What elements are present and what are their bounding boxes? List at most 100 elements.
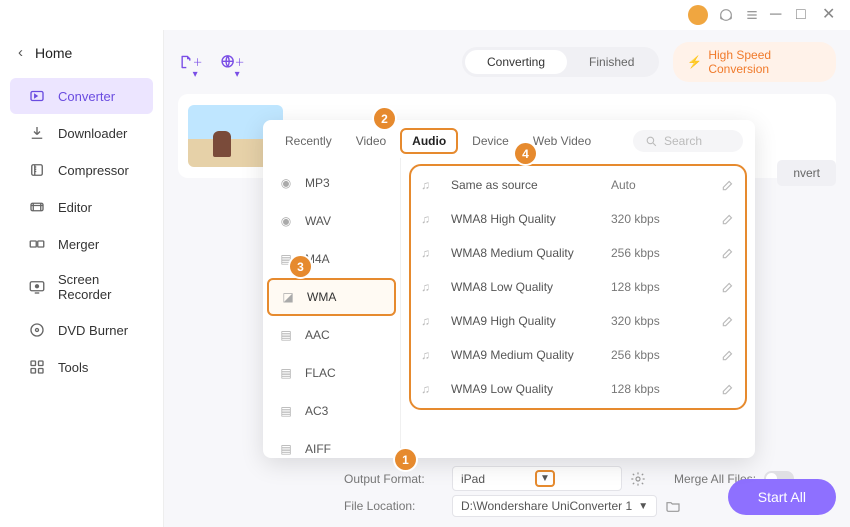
quality-row[interactable]: ♫ WMA8 High Quality 320 kbps	[411, 202, 745, 236]
sidebar-item-screen-recorder[interactable]: Screen Recorder	[10, 263, 153, 311]
file-location-value: D:\Wondershare UniConverter 1	[461, 499, 632, 513]
edit-quality-icon[interactable]	[721, 314, 735, 328]
user-avatar[interactable]	[688, 5, 708, 25]
annotation-badge-2: 2	[374, 108, 395, 129]
sidebar-item-label: Merger	[58, 237, 99, 252]
sidebar-item-merger[interactable]: Merger	[10, 226, 153, 262]
tab-finished[interactable]: Finished	[567, 50, 656, 74]
editor-icon	[28, 198, 46, 216]
edit-quality-icon[interactable]	[721, 348, 735, 362]
quality-value: 128 kbps	[611, 382, 681, 396]
edit-quality-icon[interactable]	[721, 246, 735, 260]
format-label: MP3	[305, 176, 330, 190]
quality-value: 320 kbps	[611, 314, 681, 328]
support-icon[interactable]	[718, 7, 734, 23]
maximize-button[interactable]: □	[796, 7, 812, 23]
quality-row[interactable]: ♫ WMA9 Medium Quality 256 kbps	[411, 338, 745, 372]
quality-name: WMA9 High Quality	[451, 314, 599, 328]
format-label: WMA	[307, 290, 336, 304]
high-speed-conversion-button[interactable]: ⚡ High Speed Conversion	[673, 42, 836, 82]
file-location-select[interactable]: D:\Wondershare UniConverter 1 ▼	[452, 495, 657, 517]
sidebar-item-editor[interactable]: Editor	[10, 189, 153, 225]
panel-tab-recently[interactable]: Recently	[275, 130, 342, 152]
quality-row[interactable]: ♫ WMA8 Medium Quality 256 kbps	[411, 236, 745, 270]
music-note-icon: ♫	[421, 348, 439, 362]
quality-value: 256 kbps	[611, 246, 681, 260]
format-label: FLAC	[305, 366, 336, 380]
panel-tab-audio[interactable]: Audio	[400, 128, 458, 154]
quality-row[interactable]: ♫ WMA9 Low Quality 128 kbps	[411, 372, 745, 406]
quality-name: WMA8 Medium Quality	[451, 246, 599, 260]
home-button[interactable]: ‹ Home	[0, 38, 163, 77]
music-note-icon: ♫	[421, 178, 439, 192]
format-item-aiff[interactable]: ▤ AIFF	[263, 430, 400, 458]
sidebar-item-label: Converter	[58, 89, 115, 104]
quality-row[interactable]: ♫ WMA9 High Quality 320 kbps	[411, 304, 745, 338]
edit-quality-icon[interactable]	[721, 382, 735, 396]
bottom-bar: Output Format: iPad ▼ Merge All Files: F…	[344, 462, 836, 517]
start-all-button[interactable]: Start All	[728, 479, 836, 515]
annotation-badge-4: 4	[515, 143, 536, 164]
sidebar-item-tools[interactable]: Tools	[10, 349, 153, 385]
sidebar-item-converter[interactable]: Converter	[10, 78, 153, 114]
close-button[interactable]: ✕	[822, 7, 838, 23]
edit-quality-icon[interactable]	[721, 280, 735, 294]
tools-icon	[28, 358, 46, 376]
format-item-wma[interactable]: ◪WMA	[267, 278, 396, 316]
quality-row[interactable]: ♫ WMA8 Low Quality 128 kbps	[411, 270, 745, 304]
quality-value: 128 kbps	[611, 280, 681, 294]
panel-tab-video[interactable]: Video	[346, 130, 396, 152]
format-search[interactable]: Search	[633, 130, 743, 152]
format-label: AIFF	[305, 442, 331, 456]
music-note-icon: ♫	[421, 382, 439, 396]
format-item-ac3[interactable]: ▤ AC3	[263, 392, 400, 430]
audio-format-icon: ▤	[277, 364, 295, 382]
convert-button-peek[interactable]: nvert	[777, 160, 836, 186]
audio-format-icon: ▤	[277, 440, 295, 458]
sidebar-item-downloader[interactable]: Downloader	[10, 115, 153, 151]
annotation-badge-3: 3	[290, 256, 311, 277]
output-format-select[interactable]: iPad ▼	[452, 466, 622, 491]
quality-value: Auto	[611, 178, 681, 192]
edit-quality-icon[interactable]	[721, 178, 735, 192]
format-label: AC3	[305, 404, 328, 418]
sidebar-item-label: Tools	[58, 360, 88, 375]
format-panel: Recently Video Audio Device Web Video Se…	[263, 120, 755, 458]
output-settings-icon[interactable]	[630, 471, 646, 487]
search-icon	[645, 135, 658, 148]
minimize-button[interactable]: ─	[770, 7, 786, 23]
format-item-wav[interactable]: ◉WAV	[263, 202, 400, 240]
add-file-button[interactable]: ＋▾	[178, 48, 206, 76]
quality-value: 320 kbps	[611, 212, 681, 226]
file-location-label: File Location:	[344, 499, 444, 513]
quality-list: ♫ Same as source Auto ♫ WMA8 High Qualit…	[401, 158, 755, 458]
audio-format-icon: ◉	[277, 174, 295, 192]
format-item-aac[interactable]: ▤AAC	[263, 316, 400, 354]
dvd-icon	[28, 321, 46, 339]
format-item-flac[interactable]: ▤ FLAC	[263, 354, 400, 392]
sidebar-item-label: Screen Recorder	[58, 272, 135, 302]
window-titlebar: ─ □ ✕	[0, 0, 850, 30]
sidebar-item-dvd-burner[interactable]: DVD Burner	[10, 312, 153, 348]
music-note-icon: ♫	[421, 280, 439, 294]
quality-value: 256 kbps	[611, 348, 681, 362]
sidebar-item-label: Downloader	[58, 126, 127, 141]
status-tabs: Converting Finished	[462, 47, 659, 77]
menu-icon[interactable]	[744, 7, 760, 23]
annotation-badge-1: 1	[395, 449, 416, 470]
sidebar-item-compressor[interactable]: Compressor	[10, 152, 153, 188]
format-item-mp3[interactable]: ◉ MP3	[263, 164, 400, 202]
format-item-m4a[interactable]: ▤M4A	[263, 240, 400, 278]
quality-row[interactable]: ♫ Same as source Auto	[411, 168, 745, 202]
panel-tab-device[interactable]: Device	[462, 130, 519, 152]
open-folder-icon[interactable]	[665, 498, 681, 514]
tab-converting[interactable]: Converting	[465, 50, 567, 74]
quality-highlight-box: ♫ Same as source Auto ♫ WMA8 High Qualit…	[409, 164, 747, 410]
audio-format-icon: ▤	[277, 402, 295, 420]
format-label: WAV	[305, 214, 331, 228]
edit-quality-icon[interactable]	[721, 212, 735, 226]
quality-name: WMA8 Low Quality	[451, 280, 599, 294]
quality-name: WMA9 Medium Quality	[451, 348, 599, 362]
add-url-button[interactable]: ＋▾	[220, 48, 248, 76]
quality-name: WMA8 High Quality	[451, 212, 599, 226]
